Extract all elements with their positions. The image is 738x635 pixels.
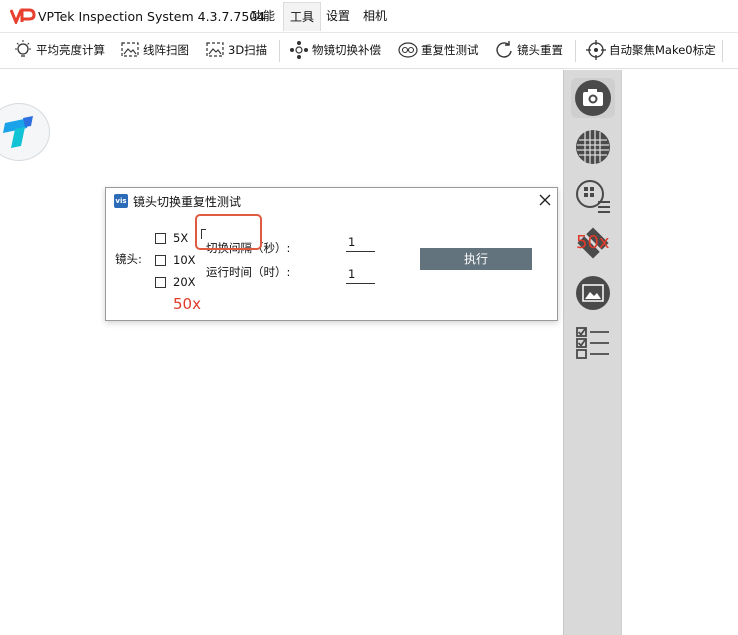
menu-camera[interactable]: 相机	[357, 2, 393, 31]
lens-reset-button[interactable]: 镜头重置	[493, 35, 563, 65]
checkbox-box[interactable]	[155, 276, 166, 288]
dialog-title: 镜头切换重复性测试	[133, 195, 242, 209]
lens-label: 镜头:	[115, 252, 142, 266]
avg-brightness-label: 平均亮度计算	[36, 43, 105, 57]
lens-repeatability-dialog: vis 镜头切换重复性测试 镜头: 5X 10X 20X 50x 切换间隔（秒）…	[105, 187, 558, 321]
lens-5x-checkbox[interactable]: 5X	[155, 231, 188, 245]
reset-icon	[496, 41, 512, 58]
toolbar-separator	[575, 40, 576, 62]
autofocus-calibration-label: 自动聚焦Make0标定	[609, 43, 716, 57]
runtime-input[interactable]: 1	[346, 267, 375, 284]
lens-reset-label: 镜头重置	[517, 43, 563, 57]
lens-20x-checkbox[interactable]: 20X	[155, 275, 196, 289]
repeatability-test-button[interactable]: 重复性测试	[397, 35, 479, 65]
image-canvas[interactable]	[0, 70, 563, 635]
lens-5x-label: 5X	[173, 231, 189, 245]
dialog-app-icon: vis	[114, 194, 128, 208]
line-scan-icon	[121, 42, 139, 57]
repeat-icon	[398, 42, 418, 58]
toolbar: 平均亮度计算 线阵扫图 3D扫描 物镜切换补偿 重复性测试 镜头重置 自动聚焦M…	[0, 33, 738, 69]
highlight-box	[195, 214, 262, 250]
autofocus-calibration-button[interactable]: 自动聚焦Make0标定	[585, 35, 716, 65]
dialog-magnification-label: 50x	[173, 295, 201, 313]
objective-switch-label: 物镜切换补偿	[312, 43, 381, 57]
lightbulb-icon	[15, 40, 31, 57]
pattern-list-icon	[576, 180, 610, 213]
execute-button[interactable]: 执行	[420, 248, 532, 270]
toolbar-separator	[722, 40, 723, 62]
menu-function[interactable]: 功能	[245, 2, 281, 31]
3d-scan-label: 3D扫描	[228, 43, 268, 57]
line-scan-label: 线阵扫图	[143, 43, 189, 57]
assistant-logo-icon	[3, 116, 33, 148]
sidebar-magnification-label: 50x	[576, 232, 610, 253]
3d-scan-icon	[206, 42, 224, 57]
app-title: VPTek Inspection System 4.3.7.7504	[38, 9, 266, 24]
menu-settings[interactable]: 设置	[320, 2, 356, 31]
lens-10x-checkbox[interactable]: 10X	[155, 253, 196, 267]
objective-switch-icon	[290, 41, 308, 59]
right-panel	[621, 70, 738, 635]
line-scan-button[interactable]: 线阵扫图	[119, 35, 189, 65]
interval-input[interactable]: 1	[346, 235, 375, 252]
runtime-label: 运行时间（时）:	[206, 265, 291, 279]
grid-icon	[576, 130, 610, 164]
lens-10x-label: 10X	[173, 253, 196, 267]
avg-brightness-button[interactable]: 平均亮度计算	[12, 35, 105, 65]
pattern-list-button[interactable]	[571, 176, 615, 216]
image-frame-button[interactable]	[571, 273, 615, 313]
checklist-button[interactable]	[571, 322, 615, 362]
toolbar-separator	[279, 40, 280, 62]
checklist-icon	[576, 327, 609, 359]
grid-button[interactable]	[571, 127, 615, 167]
objective-switch-button[interactable]: 物镜切换补偿	[288, 35, 381, 65]
title-bar: VPTek Inspection System 4.3.7.7504 功能 工具…	[0, 0, 738, 33]
lens-20x-label: 20X	[173, 275, 196, 289]
image-frame-icon	[576, 276, 610, 310]
repeatability-test-label: 重复性测试	[421, 43, 479, 57]
camera-icon	[575, 80, 611, 116]
checkbox-box[interactable]	[155, 254, 166, 266]
app-logo-icon	[10, 8, 36, 24]
camera-button[interactable]	[571, 78, 615, 118]
close-icon[interactable]	[537, 192, 553, 208]
3d-scan-button[interactable]: 3D扫描	[204, 35, 267, 65]
menu-tools[interactable]: 工具	[283, 2, 322, 31]
checkbox-box[interactable]	[155, 232, 166, 244]
crosshair-icon	[586, 40, 606, 60]
